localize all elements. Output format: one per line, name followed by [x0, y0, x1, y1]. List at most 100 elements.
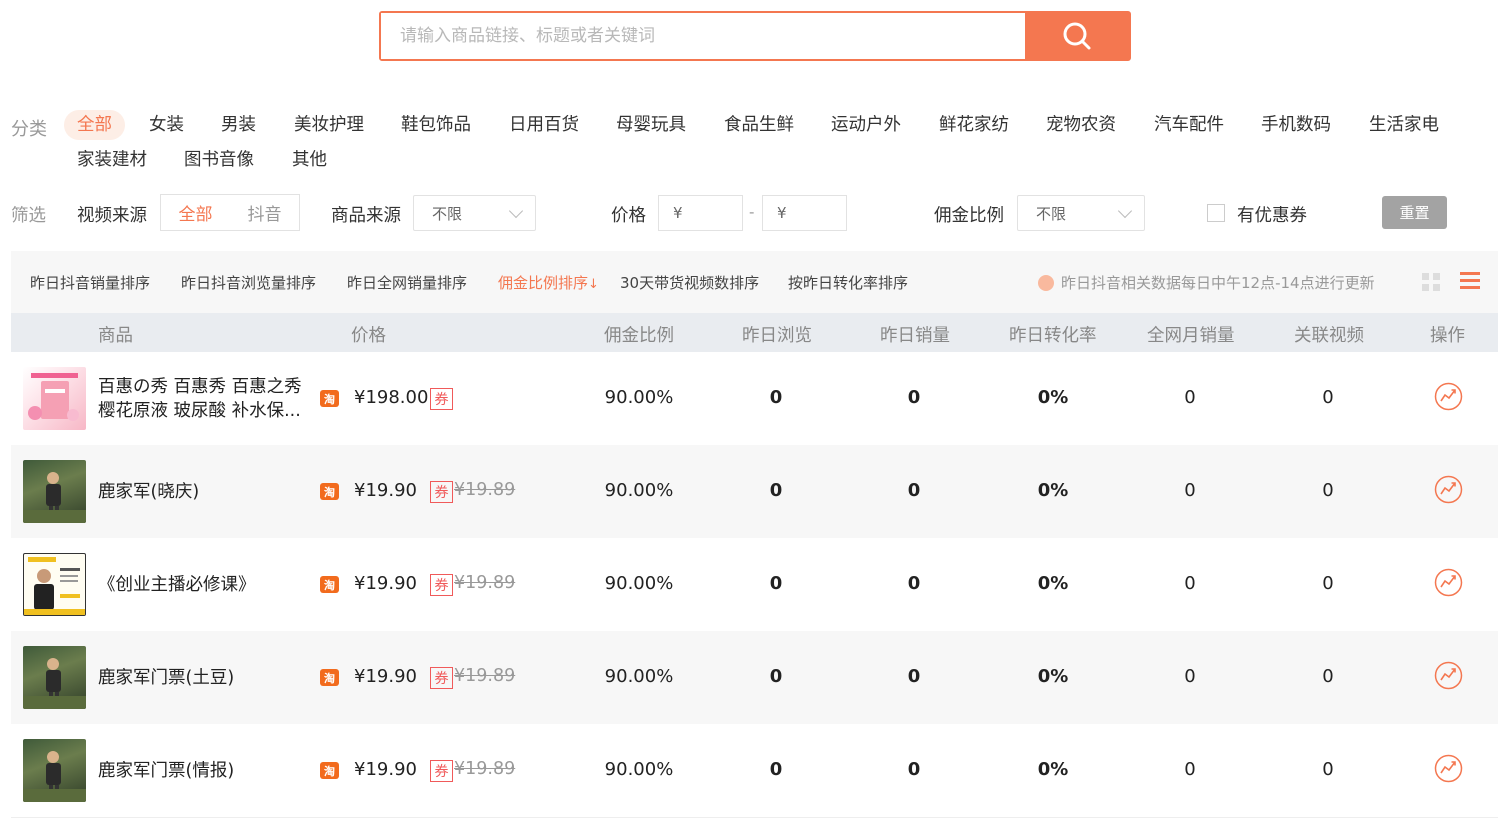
- coupon-badge: 券: [430, 388, 453, 410]
- original-price: ¥19.89: [454, 759, 516, 779]
- column-header: 昨日销量: [880, 326, 950, 346]
- sort-desc-arrow-icon: ↓: [588, 277, 599, 292]
- monthly-sales: 0: [1184, 759, 1196, 780]
- taobao-icon: 淘: [320, 483, 339, 500]
- category-item[interactable]: 母婴玩具: [616, 110, 686, 140]
- search-input[interactable]: [381, 13, 1025, 59]
- category-item[interactable]: 家装建材: [77, 145, 147, 175]
- product-title[interactable]: 鹿家军(晓庆): [98, 480, 310, 504]
- category-item[interactable]: 鞋包饰品: [401, 110, 471, 140]
- info-icon: [1038, 274, 1054, 291]
- product-title[interactable]: 百惠の秀 百惠秀 百惠之秀 樱花原液 玻尿酸 补水保...: [98, 375, 310, 423]
- product-thumbnail[interactable]: [23, 367, 86, 430]
- sort-bar: 昨日抖音销量排序 昨日抖音浏览量排序 昨日全网销量排序 佣金比例排序↓ 30天带…: [11, 251, 1498, 313]
- yesterday-sales: 0: [907, 573, 921, 594]
- sort-option[interactable]: 昨日抖音浏览量排序: [181, 272, 316, 293]
- filter-label: 筛选: [11, 206, 46, 226]
- taobao-icon: 淘: [320, 576, 339, 593]
- product-title[interactable]: 鹿家军门票(土豆): [98, 666, 310, 690]
- search-icon: [1063, 22, 1091, 50]
- taobao-icon: 淘: [320, 390, 339, 407]
- product-title[interactable]: 鹿家军门票(情报): [98, 759, 310, 783]
- yesterday-views: 0: [769, 573, 783, 594]
- column-header: 操作: [1430, 326, 1465, 346]
- category-item[interactable]: 全部: [64, 110, 125, 140]
- product-price: ¥19.90: [354, 759, 417, 780]
- price-min-input[interactable]: ¥: [658, 195, 743, 231]
- commission-rate: 90.00%: [604, 573, 674, 594]
- sort-option[interactable]: 30天带货视频数排序: [620, 272, 759, 293]
- table-header: 商品 价格 佣金比例 昨日浏览 昨日销量 昨日转化率 全网月销量 关联视频 操作: [11, 313, 1498, 352]
- commission-rate: 90.00%: [604, 480, 674, 501]
- grid-view-icon[interactable]: [1422, 273, 1442, 291]
- video-source-option-all[interactable]: 全部: [161, 200, 230, 225]
- search-button[interactable]: [1025, 13, 1129, 59]
- trend-chart-icon[interactable]: [1434, 475, 1463, 504]
- category-label: 分类: [11, 119, 47, 140]
- category-item[interactable]: 图书音像: [184, 145, 254, 175]
- category-item[interactable]: 食品生鲜: [724, 110, 794, 140]
- table-row[interactable]: 《创业主播必修课》 淘 ¥19.90 券 ¥19.89 90.00% 0 0 0…: [11, 538, 1498, 631]
- related-videos: 0: [1322, 759, 1334, 780]
- related-videos: 0: [1322, 480, 1334, 501]
- product-source-label: 商品来源: [331, 206, 401, 226]
- sort-option[interactable]: 昨日抖音销量排序: [30, 272, 150, 293]
- trend-chart-icon[interactable]: [1434, 754, 1463, 783]
- category-item[interactable]: 男装: [221, 110, 256, 140]
- category-item[interactable]: 日用百货: [509, 110, 579, 140]
- category-item[interactable]: 宠物农资: [1046, 110, 1116, 140]
- video-source-toggle: 全部 抖音: [160, 194, 300, 231]
- trend-chart-icon[interactable]: [1434, 382, 1463, 411]
- sort-option-active[interactable]: 佣金比例排序↓: [498, 272, 599, 293]
- commission-value: 不限: [1036, 204, 1067, 223]
- commission-select[interactable]: 不限: [1017, 195, 1145, 231]
- list-view-icon[interactable]: [1460, 271, 1480, 291]
- table-row[interactable]: 鹿家军门票(土豆) 淘 ¥19.90 券 ¥19.89 90.00% 0 0 0…: [11, 631, 1498, 724]
- category-item[interactable]: 其他: [292, 145, 327, 175]
- product-thumbnail[interactable]: [23, 553, 86, 616]
- original-price: ¥19.89: [454, 573, 516, 593]
- product-thumbnail[interactable]: [23, 646, 86, 709]
- original-price: ¥19.89: [454, 480, 516, 500]
- update-notice: 昨日抖音相关数据每日中午12点-14点进行更新: [1038, 272, 1375, 293]
- monthly-sales: 0: [1184, 387, 1196, 408]
- coupon-checkbox[interactable]: [1207, 204, 1225, 222]
- product-price: ¥198.00: [354, 387, 429, 408]
- product-title[interactable]: 《创业主播必修课》: [98, 573, 310, 597]
- product-thumbnail[interactable]: [23, 739, 86, 802]
- original-price: ¥19.89: [454, 666, 516, 686]
- yesterday-sales: 0: [907, 480, 921, 501]
- column-header: 价格: [351, 326, 386, 346]
- product-source-select[interactable]: 不限: [413, 195, 536, 231]
- table-row[interactable]: 百惠の秀 百惠秀 百惠之秀 樱花原液 玻尿酸 补水保... 淘 ¥198.00 …: [11, 352, 1498, 445]
- product-thumbnail[interactable]: [23, 460, 86, 523]
- category-item[interactable]: 手机数码: [1261, 110, 1331, 140]
- yesterday-conversion: 0%: [1037, 666, 1069, 687]
- trend-chart-icon[interactable]: [1434, 568, 1463, 597]
- table-row[interactable]: 鹿家军(晓庆) 淘 ¥19.90 券 ¥19.89 90.00% 0 0 0% …: [11, 445, 1498, 538]
- column-header: 全网月销量: [1147, 326, 1235, 346]
- price-separator: -: [749, 203, 755, 221]
- video-source-option-douyin[interactable]: 抖音: [230, 200, 299, 225]
- commission-rate: 90.00%: [604, 666, 674, 687]
- category-item[interactable]: 生活家电: [1369, 110, 1439, 140]
- sort-option[interactable]: 按昨日转化率排序: [788, 272, 908, 293]
- yesterday-views: 0: [769, 759, 783, 780]
- category-item[interactable]: 女装: [149, 110, 184, 140]
- search-bar: [379, 11, 1131, 61]
- commission-rate: 90.00%: [604, 759, 674, 780]
- yesterday-sales: 0: [907, 759, 921, 780]
- price-max-input[interactable]: ¥: [762, 195, 847, 231]
- trend-chart-icon[interactable]: [1434, 661, 1463, 690]
- sort-option-label: 佣金比例排序: [498, 274, 589, 292]
- yesterday-conversion: 0%: [1037, 759, 1069, 780]
- sort-option[interactable]: 昨日全网销量排序: [347, 272, 467, 293]
- table-row[interactable]: 鹿家军门票(情报) 淘 ¥19.90 券 ¥19.89 90.00% 0 0 0…: [11, 724, 1498, 817]
- category-item[interactable]: 运动户外: [831, 110, 901, 140]
- category-item[interactable]: 美妆护理: [294, 110, 364, 140]
- taobao-icon: 淘: [320, 762, 339, 779]
- category-item[interactable]: 汽车配件: [1154, 110, 1224, 140]
- reset-button[interactable]: 重置: [1382, 196, 1447, 229]
- price-min-placeholder: ¥: [673, 204, 683, 222]
- category-item[interactable]: 鲜花家纺: [939, 110, 1009, 140]
